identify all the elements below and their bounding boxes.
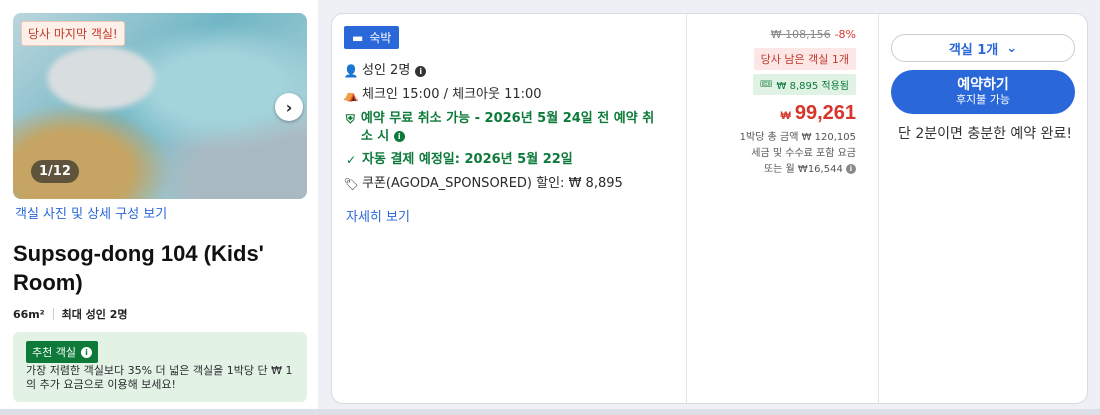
last-room-badge: 당사 마지막 객실!: [21, 21, 125, 46]
divider: [52, 308, 54, 320]
check-icon: ✓: [345, 153, 357, 167]
book-button-label: 예약하기: [957, 77, 1009, 93]
stay-type-badge: ▬ 숙박: [344, 26, 400, 49]
price-column: ₩ 108,156 -8% 당사 남은 객실 1개 🎟 ₩ 8,895 적용됨 ₩…: [687, 14, 869, 403]
room-meta: 66m² 최대 성인 2명: [13, 306, 128, 322]
checkin-line: ⛺ 체크인 15:00 / 체크아웃 11:00: [343, 86, 542, 104]
price-notes: 1박당 총 금액 ₩ 120,105 세금 및 수수료 포함 요금 또는 월 ₩…: [740, 130, 856, 178]
guests-line: 👤 성인 2명 i: [343, 62, 427, 80]
pay-later-label: 후지불 가능: [955, 93, 1011, 106]
photo-counter: 1/12: [31, 160, 79, 183]
currency-symbol: ₩: [780, 110, 791, 122]
offer-card: ▬ 숙박 👤 성인 2명 i ⛺ 체크인 15:00 / 체크아웃 11:00 …: [331, 13, 1088, 404]
ticket-icon: 🎟: [759, 79, 773, 90]
rooms-select[interactable]: 객실 1개 ⌄: [891, 34, 1075, 62]
total-note: 1박당 총 금액 ₩ 120,105: [739, 132, 856, 143]
max-guests: 최대 성인 2명: [61, 308, 128, 321]
recommended-badge-label: 추천 객실: [32, 346, 76, 359]
recommended-box: 추천 객실 i 가장 저렴한 객실보다 35% 더 넓은 객실을 1박당 단 ₩…: [13, 332, 307, 402]
original-price-value: ₩ 108,156: [770, 28, 831, 41]
chevron-down-icon: ⌄: [1006, 40, 1018, 56]
info-icon[interactable]: i: [80, 346, 92, 358]
info-icon[interactable]: i: [846, 164, 856, 174]
bed-icon: ▬: [352, 30, 364, 45]
auto-pay-text: 자동 결제 예정일: 2026년 5월 22일: [362, 152, 573, 167]
monthly-note: 또는 월 ₩16,544 i: [740, 162, 856, 178]
chevron-right-icon: ›: [285, 97, 293, 117]
book-button[interactable]: 예약하기 후지불 가능: [891, 70, 1075, 114]
original-price: ₩ 108,156 -8%: [771, 28, 856, 41]
details-link[interactable]: 자세히 보기: [346, 206, 410, 225]
final-price: ₩ 99,261: [780, 102, 856, 125]
tax-note: 세금 및 수수료 포함 요금: [751, 148, 856, 159]
room-card: 당사 마지막 객실! › 1/12 객실 사진 및 상세 구성 보기 Supso…: [0, 0, 318, 415]
free-cancel-line: ⛨ 예약 무료 취소 가능 - 2026년 5월 24일 전 예약 취소 시 i: [345, 110, 665, 146]
coupon-line: 🏷 쿠폰(AGODA_SPONSORED) 할인: ₩ 8,895: [343, 175, 623, 193]
info-icon[interactable]: i: [393, 131, 405, 142]
price-amount: 99,261: [794, 102, 856, 124]
tag-icon: 🏷: [343, 177, 359, 191]
stay-type-label: 숙박: [369, 31, 392, 45]
monthly-note-text: 또는 월 ₩16,544: [763, 164, 843, 175]
urgency-text: 단 2분이면 충분한 예약 완료!: [898, 126, 1072, 142]
horizontal-scrollbar[interactable]: [0, 409, 1100, 415]
person-icon: 👤: [343, 64, 359, 78]
coupon-applied-badge: 🎟 ₩ 8,895 적용됨: [752, 74, 856, 95]
rooms-select-value: 객실 1개: [948, 42, 999, 58]
next-photo-button[interactable]: ›: [275, 93, 303, 121]
booking-column: 객실 1개 ⌄ 예약하기 후지불 가능 단 2분이면 충분한 예약 완료!: [879, 14, 1087, 403]
discount-percent: -8%: [834, 28, 856, 41]
coupon-text: 쿠폰(AGODA_SPONSORED) 할인: ₩ 8,895: [362, 176, 623, 191]
room-size: 66m²: [13, 307, 45, 321]
checkin-text: 체크인 15:00 / 체크아웃 11:00: [362, 87, 542, 102]
shield-check-icon: ⛨: [345, 112, 355, 126]
recommended-badge: 추천 객실 i: [26, 341, 98, 363]
auto-pay-line: ✓ 자동 결제 예정일: 2026년 5월 22일: [345, 151, 573, 169]
recommended-text: 가장 저렴한 객실보다 35% 더 넓은 객실을 1박당 단 ₩ 1의 추가 요…: [26, 364, 293, 391]
free-cancel-text: 예약 무료 취소 가능 - 2026년 5월 24일 전 예약 취소 시 i: [361, 110, 665, 146]
bed-person-icon: ⛺: [343, 88, 359, 102]
free-cancel-label: 예약 무료 취소 가능 - 2026년 5월 24일 전 예약 취소 시: [360, 111, 655, 144]
guests-text: 성인 2명: [362, 63, 411, 78]
rooms-left-badge: 당사 남은 객실 1개: [753, 48, 856, 70]
info-icon[interactable]: i: [415, 66, 427, 77]
coupon-applied-text: ₩ 8,895 적용됨: [776, 81, 849, 92]
room-title: Supsog-dong 104 (Kids' Room): [13, 241, 264, 295]
room-photos-link[interactable]: 객실 사진 및 상세 구성 보기: [15, 203, 167, 222]
